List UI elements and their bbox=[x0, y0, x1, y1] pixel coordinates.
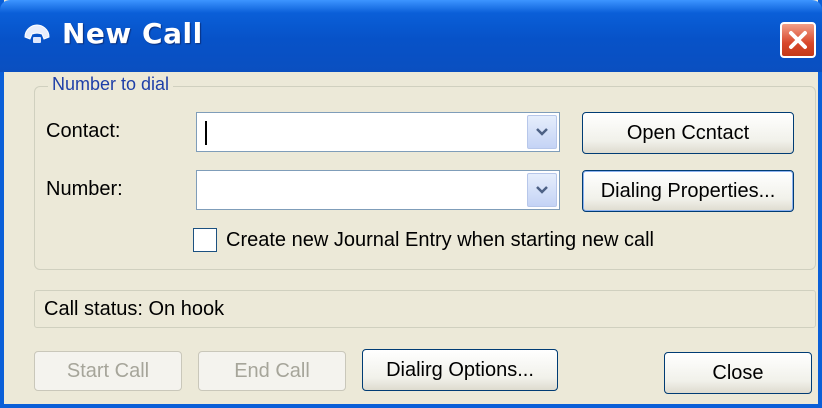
dialing-properties-button[interactable]: Dialing Properties... bbox=[582, 170, 794, 212]
number-dropdown-button[interactable] bbox=[527, 173, 557, 207]
close-button[interactable]: Close bbox=[664, 352, 812, 394]
new-call-dialog: New Call Number to dial Contact: Open Cc… bbox=[0, 0, 822, 408]
phone-icon bbox=[22, 23, 52, 45]
end-call-button[interactable]: End Call bbox=[198, 351, 346, 391]
contact-label: Contact: bbox=[46, 120, 121, 142]
start-call-button[interactable]: Start Call bbox=[34, 351, 182, 391]
window-title: New Call bbox=[62, 17, 203, 50]
close-window-button[interactable] bbox=[780, 22, 816, 58]
number-label: Number: bbox=[46, 178, 123, 200]
call-status-text: Call status: On hook bbox=[44, 298, 225, 320]
contact-combobox[interactable] bbox=[196, 112, 560, 152]
text-cursor bbox=[205, 121, 207, 145]
number-combobox[interactable] bbox=[196, 170, 560, 210]
dialing-options-button[interactable]: Dialirg Options... bbox=[362, 349, 558, 391]
chevron-down-icon bbox=[536, 186, 548, 194]
group-legend: Number to dial bbox=[48, 74, 174, 95]
open-contact-button[interactable]: Open Ccntact bbox=[582, 112, 794, 154]
title-bar: New Call bbox=[0, 0, 822, 72]
contact-dropdown-button[interactable] bbox=[527, 115, 557, 149]
close-x-icon bbox=[789, 31, 807, 49]
chevron-down-icon bbox=[536, 128, 548, 136]
journal-entry-checkbox[interactable] bbox=[193, 228, 217, 252]
journal-entry-label[interactable]: Create new Journal Entry when starting n… bbox=[226, 229, 654, 252]
